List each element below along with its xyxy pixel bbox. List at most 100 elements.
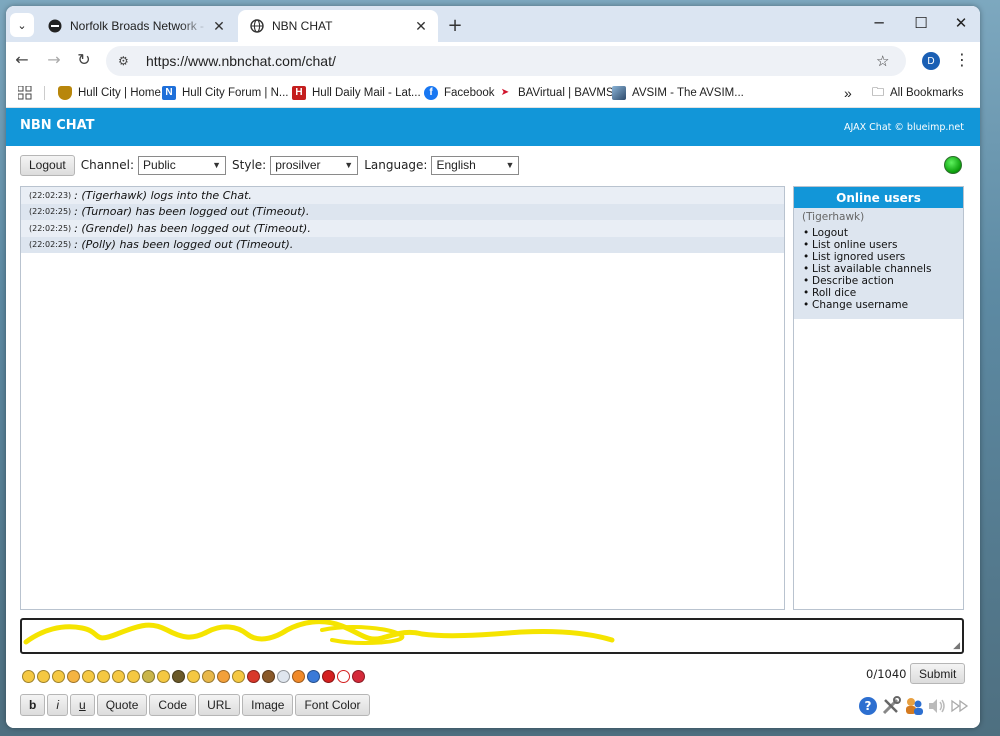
cool-emoticon-icon[interactable] [172,670,185,683]
tab-nbn-chat[interactable]: NBN CHAT ✕ [238,10,438,42]
browser-menu-icon[interactable]: ⋮ [954,50,970,69]
new-tab-icon[interactable]: + [444,15,466,36]
chat-credit[interactable]: AJAX Chat © blueimp.net [844,122,964,133]
bookmark-hull-city-home[interactable]: Hull City | Home [58,84,161,102]
bold-button[interactable]: b [20,694,46,716]
sleepy-emoticon-icon[interactable] [232,670,245,683]
channel-value: Public [143,158,176,172]
tab-close-icon[interactable]: ✕ [208,18,230,35]
tab-close-icon[interactable]: ✕ [410,18,432,35]
monkey-emoticon-icon[interactable] [262,670,275,683]
sad-emoticon-icon[interactable] [37,670,50,683]
logout-button[interactable]: Logout [20,154,75,176]
bookmark-hull-city-forum[interactable]: N Hull City Forum | N... [162,84,289,102]
surprised-emoticon-icon[interactable] [112,670,125,683]
bookmark-bavirtual[interactable]: ➤ BAVirtual | BAVMS [498,84,614,102]
font-color-button[interactable]: Font Color [295,694,370,716]
tab-search-icon[interactable]: ⌄ [10,13,34,37]
chevron-down-icon: ▼ [344,160,354,170]
smile-emoticon-icon[interactable] [22,670,35,683]
message-text: : (Turnoar) has been logged out (Timeout… [74,205,310,219]
question-emoticon-icon[interactable] [307,670,320,683]
bookmark-star-icon[interactable]: ☆ [876,52,900,70]
resize-grip-icon[interactable]: ◢ [953,641,960,651]
sound-icon[interactable] [927,696,947,716]
scribble-annotation [23,620,615,645]
chat-toolbar: Logout Channel: Public ▼ Style: prosilve… [20,154,520,176]
apps-grid-icon[interactable] [18,84,32,102]
bavirtual-icon: ➤ [500,87,510,98]
channel-select[interactable]: Public ▼ [138,155,227,175]
image-button[interactable]: Image [242,694,294,716]
nerd-emoticon-icon[interactable] [142,670,155,683]
crying-emoticon-icon[interactable] [202,670,215,683]
wink-emoticon-icon[interactable] [52,670,65,683]
heart-emoticon-icon[interactable] [352,670,365,683]
site-info-icon[interactable]: ⚙ [118,54,134,68]
character-counter: 0/1040 [866,667,907,681]
chat-message: (22:02:25) : (Grendel) has been logged o… [21,220,784,237]
chat-options-bar: ? [858,696,973,716]
style-select[interactable]: prosilver ▼ [270,155,359,175]
user-menu-list-online[interactable]: List online users [802,239,955,251]
all-bookmarks-folder[interactable]: 🗀 All Bookmarks [872,84,964,102]
tab-norfolk-broads[interactable]: Norfolk Broads Network - Forum ✕ [36,10,236,42]
chat-log[interactable]: (22:02:23) : (Tigerhawk) logs into the C… [20,186,785,610]
bookmark-hull-daily-mail[interactable]: H Hull Daily Mail - Lat... [292,84,421,102]
svg-text:?: ? [865,699,872,713]
chevron-down-icon: ▼ [505,160,515,170]
angry-emoticon-icon[interactable] [292,670,305,683]
settings-tools-icon[interactable] [881,696,901,716]
more-bookmarks-icon[interactable]: » [844,84,852,102]
bookmark-facebook[interactable]: f Facebook [424,84,495,102]
tab-title: NBN CHAT [272,19,333,33]
maximize-icon[interactable]: ☐ [906,14,936,32]
close-window-icon[interactable]: ✕ [946,14,976,32]
neutral-emoticon-icon[interactable] [97,670,110,683]
address-bar[interactable]: ⚙ https://www.nbnchat.com/chat/ ☆ [106,46,906,76]
quote-button[interactable]: Quote [96,694,148,716]
bookmark-avsim[interactable]: AVSIM - The AVSIM... [612,84,744,102]
back-icon[interactable]: ← [12,50,32,69]
minimize-icon[interactable]: ─ [864,14,894,32]
help-icon[interactable]: ? [858,696,878,716]
user-menu-list-channels[interactable]: List available channels [802,263,955,275]
user-menu-list-ignored[interactable]: List ignored users [802,251,955,263]
evil-emoticon-icon[interactable] [247,670,260,683]
reload-icon[interactable]: ↻ [74,50,94,69]
idea-emoticon-icon[interactable] [277,670,290,683]
grin-emoticon-icon[interactable] [127,670,140,683]
hull-city-crest-icon [58,86,72,100]
message-time: (22:02:23) [29,190,72,200]
autoscroll-icon[interactable] [950,696,970,716]
underline-button[interactable]: u [70,694,95,716]
submit-button[interactable]: Submit [910,663,966,684]
user-menu-logout[interactable]: Logout [802,227,955,239]
embarrassed-emoticon-icon[interactable] [217,670,230,683]
online-users-header: Online users [794,187,963,208]
online-list-toggle-icon[interactable] [904,696,924,716]
warning-emoticon-icon[interactable] [337,670,350,683]
italic-button[interactable]: i [47,694,69,716]
message-text: : (Tigerhawk) logs into the Chat. [74,188,252,202]
online-user[interactable]: (Tigerhawk) [802,211,955,223]
globe-icon [250,19,264,33]
user-menu-describe-action[interactable]: Describe action [802,275,955,287]
message-input[interactable]: ◢ [20,618,964,654]
url-button[interactable]: URL [198,694,241,716]
forward-icon[interactable]: → [44,50,64,69]
forum-n-icon: N [162,86,176,100]
language-select[interactable]: English ▼ [431,155,520,175]
happy-emoticon-icon[interactable] [187,670,200,683]
confused-emoticon-icon[interactable] [157,670,170,683]
laugh-emoticon-icon[interactable] [82,670,95,683]
user-menu-roll-dice[interactable]: Roll dice [802,287,955,299]
profile-avatar[interactable]: D [922,52,940,70]
chat-message: (22:02:25) : (Polly) has been logged out… [21,236,784,253]
no-entry-emoticon-icon[interactable] [322,670,335,683]
code-button[interactable]: Code [149,694,197,716]
url-text: https://www.nbnchat.com/chat/ [146,53,336,69]
user-menu-change-username[interactable]: Change username [802,299,955,311]
user-menu: Logout List online users List ignored us… [802,227,955,311]
tongue-emoticon-icon[interactable] [67,670,80,683]
